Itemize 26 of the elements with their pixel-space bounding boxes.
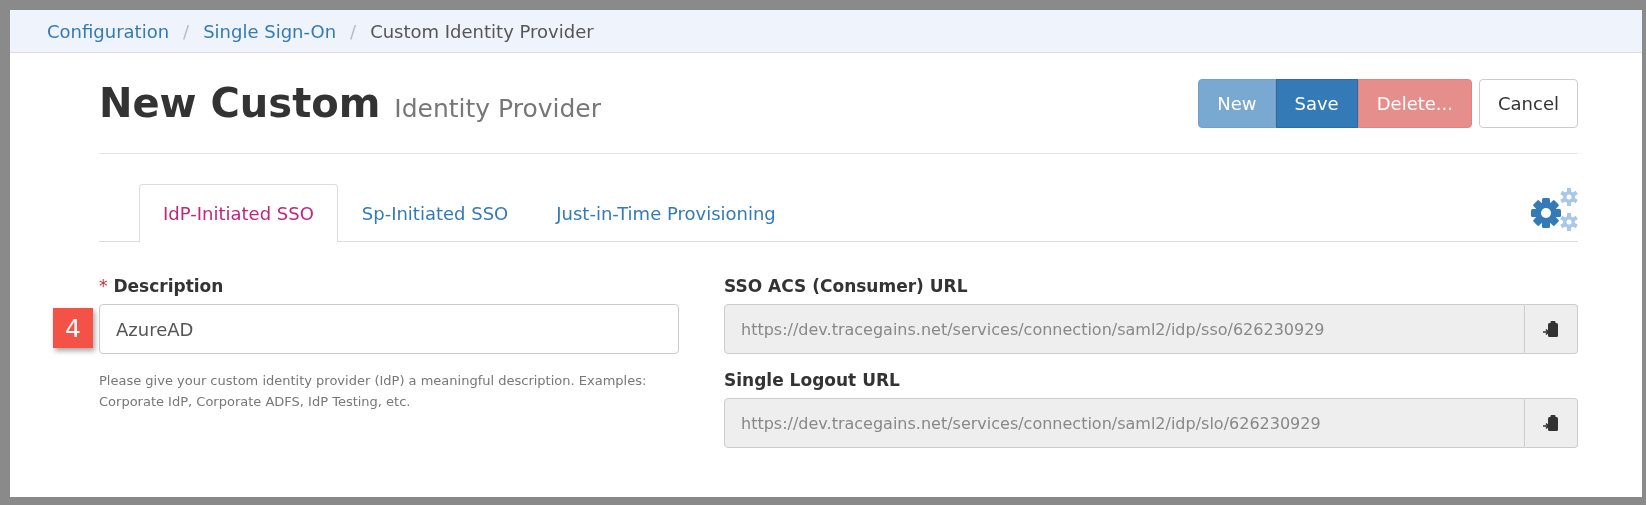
tab[interactable]: Just-in-Time Provisioning <box>532 184 800 242</box>
breadcrumb-separator: / <box>183 20 190 42</box>
action-button[interactable]: Cancel <box>1479 78 1578 128</box>
breadcrumb-separator: / <box>350 20 357 42</box>
breadcrumb-link[interactable]: Single Sign-On <box>203 20 337 42</box>
breadcrumb-link[interactable]: Configuration <box>47 20 170 42</box>
step-badge: 4 <box>53 308 93 348</box>
clipboard-icon <box>1542 320 1559 338</box>
copy-button[interactable] <box>1524 304 1578 354</box>
help-text: Please give your custom identity provider (IdP) a meaningful description. Examples: Corporate IdP, Corporate ADFS, IdP Testing, etc. <box>99 372 648 411</box>
description-input[interactable]: AzureAD <box>99 304 679 354</box>
field-label: SSO ACS (Consumer) URL <box>724 276 969 296</box>
field-label: Description <box>113 276 224 296</box>
clipboard-icon <box>1542 414 1559 432</box>
gears-icon[interactable] <box>1528 187 1578 233</box>
breadcrumb-current: Custom Identity Provider <box>370 20 594 42</box>
page-subtitle: Identity Provider <box>394 94 602 123</box>
action-button[interactable]: Save <box>1275 78 1358 128</box>
page-title: New Custom <box>99 80 381 126</box>
field-label: Single Logout URL <box>724 370 901 390</box>
url-field[interactable]: https://dev.tracegains.net/services/connection/saml2/idp/slo/626230929 <box>724 398 1525 448</box>
url-field[interactable]: https://dev.tracegains.net/services/connection/saml2/idp/sso/626230929 <box>724 304 1525 354</box>
tab[interactable]: Sp-Initiated SSO <box>337 184 533 242</box>
required-mark: * <box>99 276 108 296</box>
tab[interactable]: IdP-Initiated SSO <box>139 184 338 242</box>
copy-button[interactable] <box>1524 398 1578 448</box>
